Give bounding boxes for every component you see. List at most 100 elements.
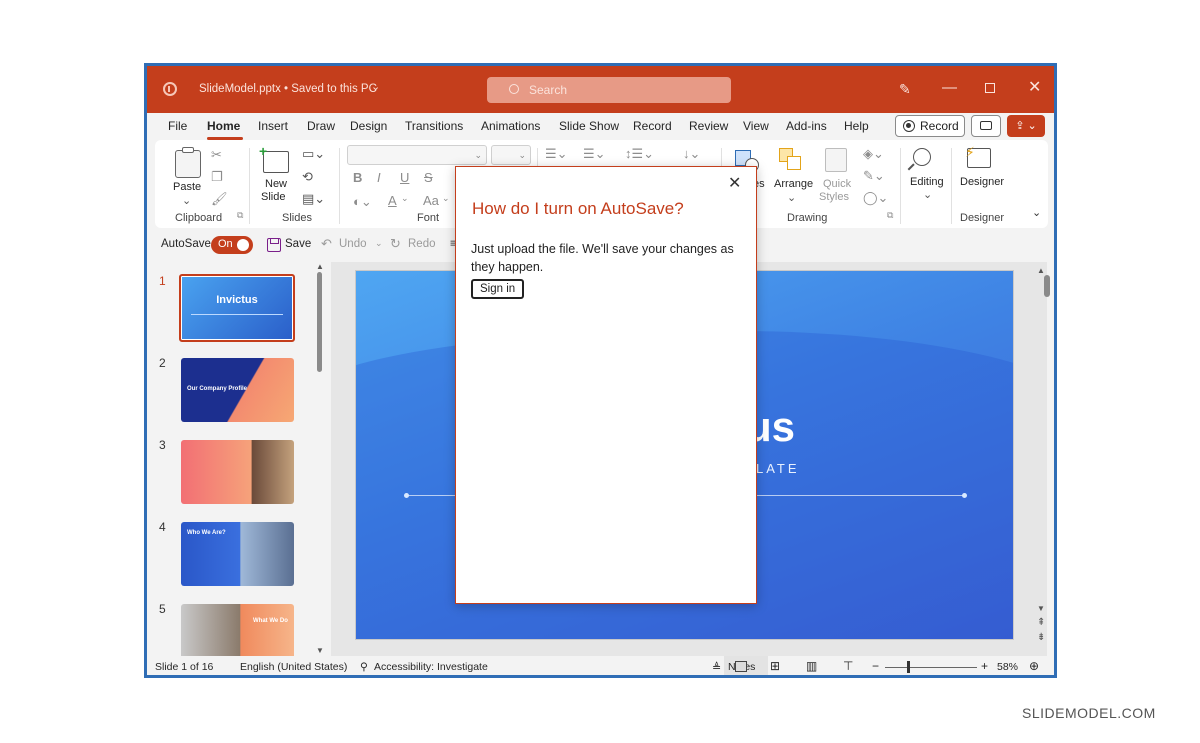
strikethrough-icon[interactable]: S	[424, 170, 433, 185]
share-button[interactable]: ⇪ ⌄	[1007, 115, 1045, 137]
window-title[interactable]: SlideModel.pptx • Saved to this PC	[199, 83, 377, 95]
tab-transitions[interactable]: Transitions	[405, 119, 463, 133]
chevron-down-icon[interactable]: ⌄	[371, 80, 380, 93]
tab-review[interactable]: Review	[689, 119, 728, 133]
font-size-dropdown[interactable]: ⌄	[491, 145, 531, 165]
sort-icon[interactable]: ↓⌄	[683, 146, 700, 162]
slide-sorter-icon[interactable]: ⊞	[770, 659, 780, 673]
paste-icon[interactable]	[175, 150, 201, 178]
thumbnail-slide-1[interactable]: Invictus	[179, 274, 295, 342]
tab-record[interactable]: Record	[633, 119, 672, 133]
cut-icon[interactable]: ✂	[211, 147, 222, 163]
chevron-down-icon[interactable]: ⌄	[442, 193, 450, 204]
numbering-icon[interactable]: ☰⌄	[583, 146, 606, 162]
record-button[interactable]: Record	[895, 115, 965, 137]
scroll-down-arrow-icon[interactable]: ▼	[316, 646, 324, 655]
section-icon[interactable]: ▤⌄	[302, 191, 325, 207]
text-effects-icon[interactable]: ◐⌄	[353, 194, 372, 210]
designer-label[interactable]: Designer	[960, 176, 1004, 188]
italic-icon[interactable]: I	[377, 170, 381, 185]
language-indicator[interactable]: English (United States)	[240, 661, 347, 673]
zoom-slider-thumb[interactable]	[907, 661, 910, 673]
change-case-icon[interactable]: Aa	[423, 193, 439, 208]
normal-view-icon[interactable]	[735, 661, 747, 672]
editing-label[interactable]: Editing	[910, 176, 944, 188]
line-spacing-icon[interactable]: ↕☰⌄	[625, 146, 654, 162]
thumbnail-slide-4[interactable]: Who We Are?	[181, 522, 294, 586]
chevron-down-icon[interactable]: ⌄	[923, 188, 932, 201]
undo-icon[interactable]: ↶	[321, 236, 332, 252]
tab-insert[interactable]: Insert	[258, 119, 288, 133]
chevron-down-icon[interactable]: ⌄	[401, 193, 409, 204]
tab-draw[interactable]: Draw	[307, 119, 335, 133]
scroll-down-arrow-icon[interactable]: ▼	[1037, 604, 1045, 613]
quick-styles-label-2[interactable]: Styles	[819, 191, 849, 203]
thumbnail-slide-3[interactable]	[181, 440, 294, 504]
redo-button[interactable]: Redo	[408, 238, 436, 250]
thumbnail-number: 4	[159, 520, 166, 534]
format-painter-icon[interactable]: 🖌	[211, 191, 228, 207]
tab-view[interactable]: View	[743, 119, 769, 133]
quick-styles-icon[interactable]	[825, 148, 847, 172]
group-separator	[900, 148, 901, 224]
redo-icon[interactable]: ↻	[390, 236, 401, 252]
scroll-up-arrow-icon[interactable]: ▲	[1037, 266, 1045, 275]
dialog-launcher-icon[interactable]: ⧉	[887, 210, 893, 221]
scroll-up-arrow-icon[interactable]: ▲	[316, 262, 324, 271]
thumbnail-slide-2[interactable]: Our Company Profile	[181, 358, 294, 422]
copy-icon[interactable]: ❐	[211, 169, 223, 185]
save-button[interactable]: Save	[285, 238, 311, 250]
tab-file[interactable]: File	[168, 119, 187, 133]
new-slide-label-2[interactable]: Slide	[261, 191, 285, 203]
paste-dropdown-icon[interactable]: ⌄	[182, 194, 191, 207]
search-box[interactable]: Search	[487, 77, 731, 103]
undo-button[interactable]: Undo	[339, 238, 367, 250]
thumbnail-scrollbar[interactable]	[317, 272, 322, 372]
tab-home[interactable]: Home	[207, 119, 240, 133]
font-color-icon[interactable]: A	[388, 193, 397, 208]
slide-show-icon[interactable]: ⊤	[843, 659, 853, 673]
zoom-level[interactable]: 58%	[997, 661, 1018, 673]
designer-pen-icon[interactable]: ✎	[899, 80, 911, 98]
shape-outline-icon[interactable]: ✎⌄	[863, 168, 885, 184]
dialog-launcher-icon[interactable]: ⧉	[237, 210, 243, 221]
tab-help[interactable]: Help	[844, 119, 869, 133]
thumbnail-slide-5[interactable]: What We Do	[181, 604, 294, 660]
slide-subtitle[interactable]: LATE	[756, 461, 800, 476]
tab-design[interactable]: Design	[350, 119, 387, 133]
tab-add-ins[interactable]: Add-ins	[786, 119, 827, 133]
bold-icon[interactable]: B	[353, 170, 362, 185]
previous-slide-icon[interactable]: ⇞	[1037, 617, 1045, 628]
arrange-label[interactable]: Arrange	[774, 178, 813, 190]
chevron-down-icon[interactable]: ⌄	[787, 191, 796, 204]
shape-fill-icon[interactable]: ◈⌄	[863, 146, 884, 162]
layout-icon[interactable]: ▭⌄	[302, 146, 325, 162]
maximize-button[interactable]	[985, 83, 995, 93]
collapse-ribbon-icon[interactable]: ⌄	[1032, 206, 1041, 219]
reset-slide-icon[interactable]: ⟲	[302, 169, 313, 185]
reading-view-icon[interactable]: ▥	[806, 659, 817, 673]
shape-effects-icon[interactable]: ◯⌄	[863, 190, 888, 206]
find-magnifier-icon[interactable]	[913, 148, 931, 166]
close-icon[interactable]: ✕	[728, 173, 741, 193]
minimize-button[interactable]: —	[942, 79, 957, 97]
group-label-designer: Designer	[960, 212, 1005, 224]
comments-button[interactable]	[971, 115, 1001, 137]
chevron-down-icon[interactable]: ⌄	[375, 238, 383, 249]
save-icon[interactable]	[267, 238, 281, 252]
tab-animations[interactable]: Animations	[481, 119, 540, 133]
autosave-toggle[interactable]: On	[211, 236, 253, 254]
sign-in-button[interactable]: Sign in	[471, 279, 525, 299]
font-name-dropdown[interactable]: ⌄	[347, 145, 487, 165]
underline-icon[interactable]: U	[400, 170, 409, 185]
zoom-slider[interactable]	[885, 667, 977, 668]
zoom-out-button[interactable]: −	[872, 659, 879, 673]
zoom-in-button[interactable]: +	[981, 659, 988, 673]
bullets-icon[interactable]: ☰⌄	[545, 146, 568, 162]
fit-to-window-icon[interactable]: ⊕	[1029, 659, 1039, 673]
accessibility-status[interactable]: Accessibility: Investigate	[374, 661, 488, 673]
tab-slide-show[interactable]: Slide Show	[559, 119, 619, 133]
close-window-button[interactable]: ✕	[1028, 79, 1041, 97]
next-slide-icon[interactable]: ⇟	[1037, 632, 1045, 643]
slide-scrollbar[interactable]	[1044, 275, 1050, 297]
